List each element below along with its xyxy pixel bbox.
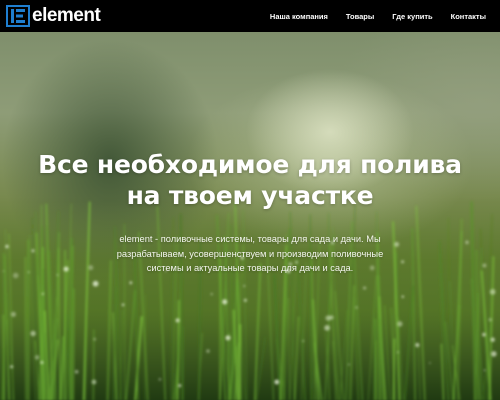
brand-logo-link[interactable]: element [6, 5, 101, 27]
main-nav: Наша компания Товары Где купить Контакты [252, 0, 486, 32]
hero-content: Все необходимое для полива на твоем учас… [0, 32, 500, 400]
nav-link-company[interactable]: Наша компания [270, 12, 328, 21]
nav-link-where-to-buy[interactable]: Где купить [392, 12, 432, 21]
nav-link-products[interactable]: Товары [346, 12, 374, 21]
hero-headline: Все необходимое для полива на твоем учас… [38, 150, 462, 210]
element-logo-icon [6, 5, 30, 27]
nav-link-contacts[interactable]: Контакты [451, 12, 486, 21]
hero-subtitle: element - поливочные системы, товары для… [116, 234, 384, 273]
brand-name: element [32, 5, 101, 26]
top-navbar: element Наша компания Товары Где купить … [0, 0, 500, 32]
hero-section: Все необходимое для полива на твоем учас… [0, 32, 500, 400]
